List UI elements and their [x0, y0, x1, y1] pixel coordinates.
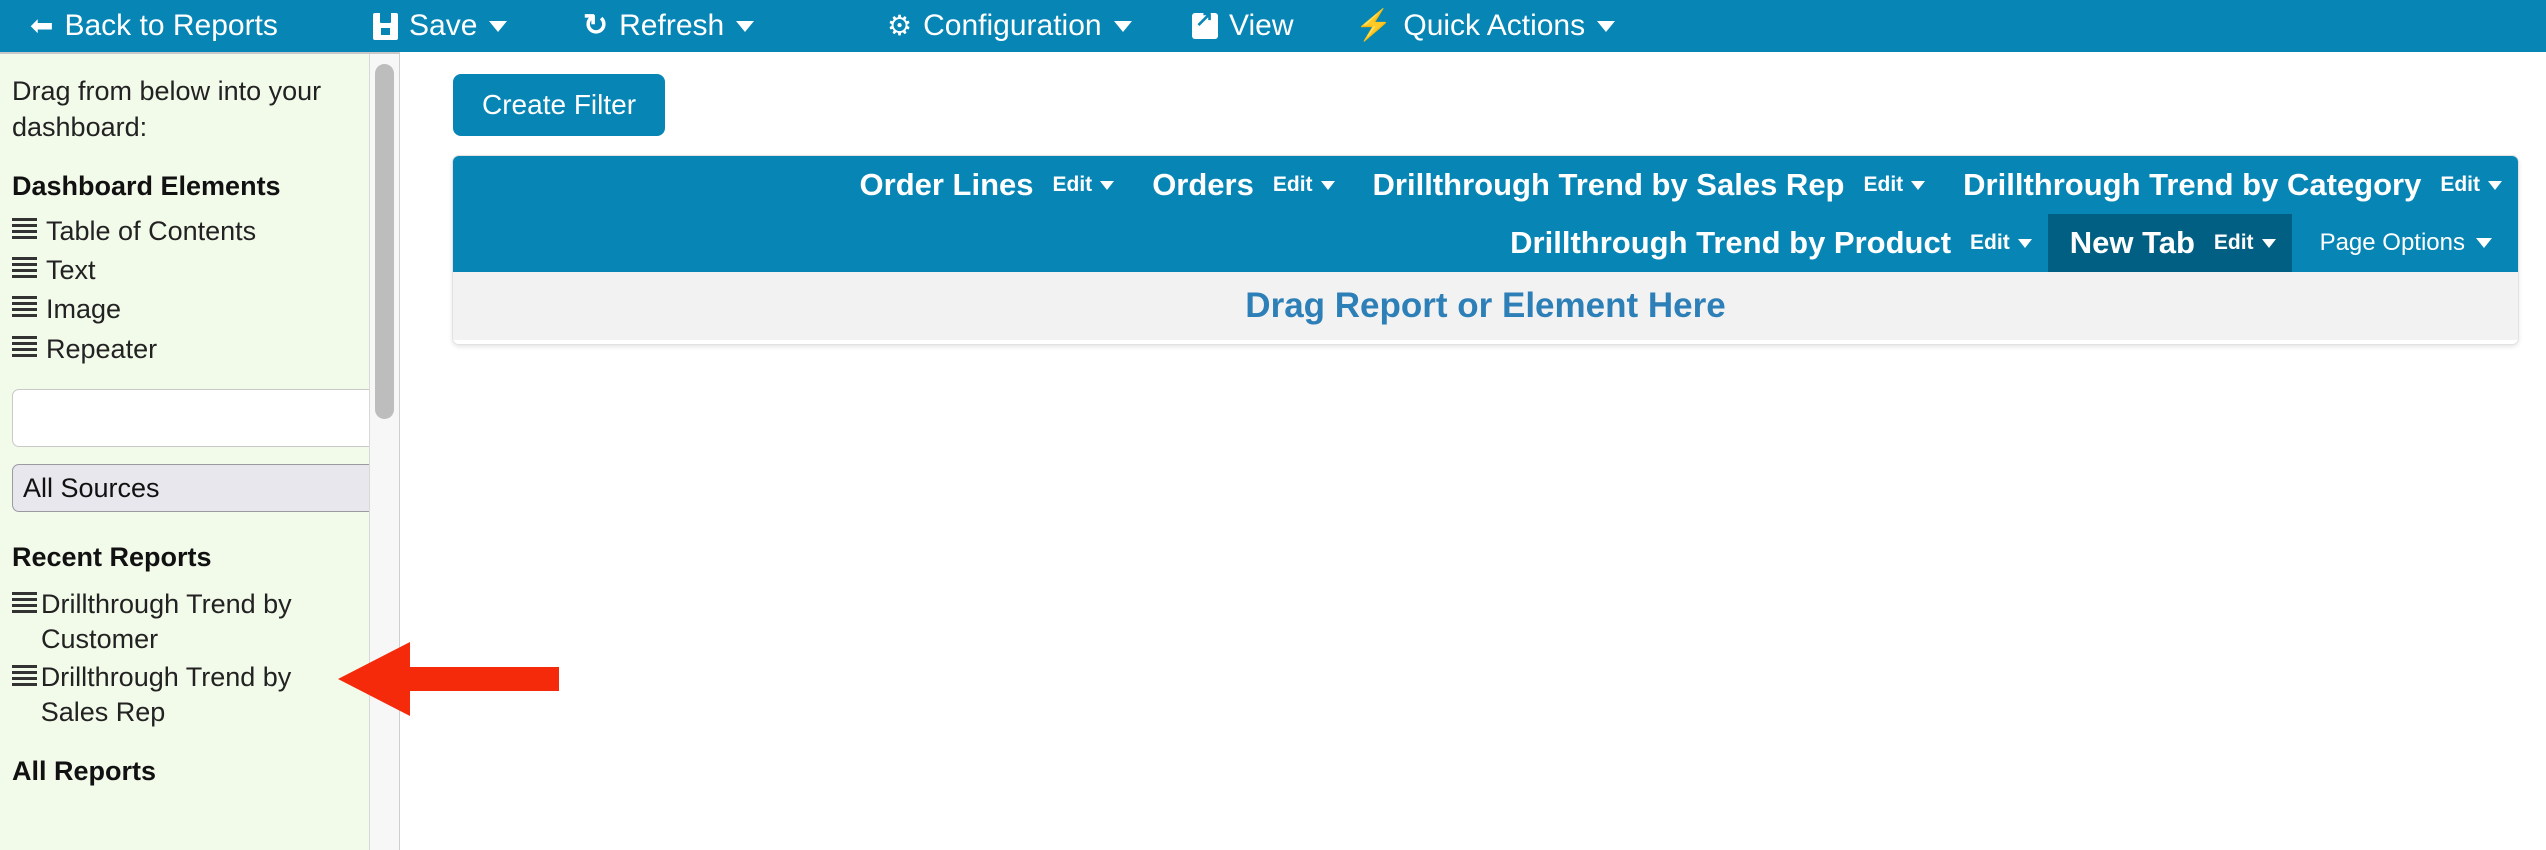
sidebar-intro-text: Drag from below into your dashboard:: [12, 76, 322, 142]
recent-report-drillthrough-trend-by-customer[interactable]: Drillthrough Trend by Customer: [12, 587, 342, 657]
chevron-down-icon: [2017, 238, 2032, 248]
tab-row-2: Drillthrough Trend by Product Edit New T…: [453, 214, 2518, 272]
refresh-icon: ↻: [583, 9, 609, 42]
tab-order-lines[interactable]: Order Lines Edit: [838, 156, 1131, 214]
drag-handle-icon[interactable]: [12, 296, 37, 318]
chevron-down-icon: [1597, 20, 1616, 32]
sidebar-item-label: Table of Contents: [46, 216, 257, 247]
tab-edit-label: Edit: [1272, 173, 1313, 196]
tab-edit-menu[interactable]: Edit: [2440, 173, 2502, 197]
recent-reports-heading: Recent Reports: [12, 541, 212, 572]
tab-edit-menu[interactable]: Edit: [2214, 231, 2276, 255]
save-label: Save: [409, 9, 478, 42]
drop-zone[interactable]: Drag Report or Element Here: [453, 272, 2518, 340]
tab-label: Drillthrough Trend by Category: [1963, 167, 2422, 202]
chevron-down-icon: [2476, 238, 2492, 248]
drag-handle-icon[interactable]: [12, 257, 37, 279]
tab-label: Order Lines: [859, 167, 1034, 202]
source-filter-select[interactable]: All Sources: [12, 463, 388, 512]
drag-handle-icon[interactable]: [12, 335, 37, 357]
arrow-left-icon: ⬅: [30, 10, 54, 41]
recent-report-drillthrough-trend-by-sales-rep[interactable]: Drillthrough Trend by Sales Rep: [12, 660, 342, 730]
tab-drillthrough-trend-by-sales-rep[interactable]: Drillthrough Trend by Sales Rep Edit: [1351, 156, 1942, 214]
refresh-label: Refresh: [619, 9, 725, 42]
tab-edit-label: Edit: [1863, 173, 1904, 196]
tab-edit-menu[interactable]: Edit: [1970, 231, 2032, 255]
dashboard-elements-sidebar: Drag from below into your dashboard: Das…: [0, 52, 400, 850]
chevron-down-icon: [736, 20, 755, 32]
sidebar-item-table-of-contents[interactable]: Table of Contents: [12, 214, 370, 249]
drop-zone-label: Drag Report or Element Here: [1245, 286, 1726, 325]
tab-label: Orders: [1152, 167, 1254, 202]
tab-edit-label: Edit: [2440, 173, 2480, 196]
gear-icon: ⚙: [887, 10, 913, 41]
sidebar-item-text[interactable]: Text: [12, 253, 370, 288]
view-button[interactable]: View: [1192, 8, 1294, 43]
tab-edit-menu[interactable]: Edit: [1273, 173, 1335, 197]
chevron-down-icon: [1911, 180, 1926, 190]
save-icon: [373, 12, 398, 40]
view-label: View: [1229, 9, 1294, 42]
bolt-icon: ⚡: [1355, 9, 1393, 42]
tab-drillthrough-trend-by-product[interactable]: Drillthrough Trend by Product Edit: [1488, 214, 2048, 272]
external-link-icon: [1192, 8, 1218, 39]
create-filter-button[interactable]: Create Filter: [453, 74, 666, 136]
back-to-reports-label: Back to Reports: [64, 9, 278, 42]
tab-drillthrough-trend-by-category[interactable]: Drillthrough Trend by Category Edit: [1941, 156, 2518, 214]
panel-body: [453, 340, 2518, 344]
save-menu-button[interactable]: Save: [373, 9, 508, 43]
quick-actions-menu-button[interactable]: ⚡ Quick Actions: [1355, 9, 1616, 43]
top-toolbar: ⬅ Back to Reports Save ↻ Refresh ⚙ Confi…: [0, 0, 2546, 52]
tab-edit-menu[interactable]: Edit: [1053, 173, 1115, 197]
back-to-reports-button[interactable]: ⬅ Back to Reports: [30, 9, 278, 43]
drag-handle-icon[interactable]: [12, 591, 37, 613]
dashboard-main-area: Create Filter Order Lines Edit Orders Ed…: [401, 52, 2546, 850]
page-options-menu[interactable]: Page Options: [2320, 214, 2518, 272]
chevron-down-icon: [1320, 180, 1335, 190]
dashboard-elements-heading: Dashboard Elements: [12, 171, 281, 202]
page-options-label: Page Options: [2319, 229, 2465, 256]
tab-edit-menu[interactable]: Edit: [1864, 173, 1926, 197]
recent-report-label: Drillthrough Trend by Customer: [41, 588, 292, 654]
chevron-down-icon: [489, 20, 508, 32]
chevron-down-icon: [1113, 20, 1132, 32]
configuration-label: Configuration: [923, 9, 1102, 42]
search-input[interactable]: [12, 388, 382, 447]
tab-label: Drillthrough Trend by Product: [1510, 225, 1952, 260]
sidebar-scrollbar[interactable]: [369, 54, 399, 850]
sidebar-item-label: Image: [46, 294, 122, 325]
chevron-down-icon: [2488, 180, 2502, 190]
tab-row-1: Order Lines Edit Orders Edit Drillthroug…: [453, 156, 2518, 214]
sidebar-item-label: Text: [46, 255, 96, 286]
tab-new-tab[interactable]: New Tab Edit: [2047, 214, 2292, 272]
quick-actions-label: Quick Actions: [1403, 9, 1586, 42]
sidebar-item-label: Repeater: [46, 333, 158, 364]
dashboard-page-panel: Order Lines Edit Orders Edit Drillthroug…: [452, 155, 2519, 345]
tab-label: New Tab: [2069, 225, 2195, 260]
chevron-down-icon: [2261, 238, 2276, 248]
tab-edit-label: Edit: [1970, 231, 2010, 254]
dashboard-tab-bar: Order Lines Edit Orders Edit Drillthroug…: [453, 156, 2518, 272]
drag-handle-icon[interactable]: [12, 664, 37, 686]
chevron-down-icon: [1100, 180, 1115, 190]
tab-edit-label: Edit: [1052, 173, 1093, 196]
all-reports-heading: All Reports: [12, 756, 157, 786]
recent-report-label: Drillthrough Trend by Sales Rep: [40, 661, 292, 727]
drag-handle-icon[interactable]: [12, 218, 37, 240]
tab-label: Drillthrough Trend by Sales Rep: [1372, 167, 1845, 202]
sidebar-content: Drag from below into your dashboard: Das…: [0, 54, 388, 850]
tab-orders[interactable]: Orders Edit: [1130, 156, 1350, 214]
refresh-menu-button[interactable]: ↻ Refresh: [583, 9, 755, 43]
configuration-menu-button[interactable]: ⚙ Configuration: [887, 9, 1132, 43]
sidebar-item-repeater[interactable]: Repeater: [12, 332, 370, 367]
sidebar-scrollbar-thumb[interactable]: [375, 64, 394, 419]
sidebar-item-image[interactable]: Image: [12, 292, 370, 327]
tab-edit-label: Edit: [2213, 231, 2254, 254]
